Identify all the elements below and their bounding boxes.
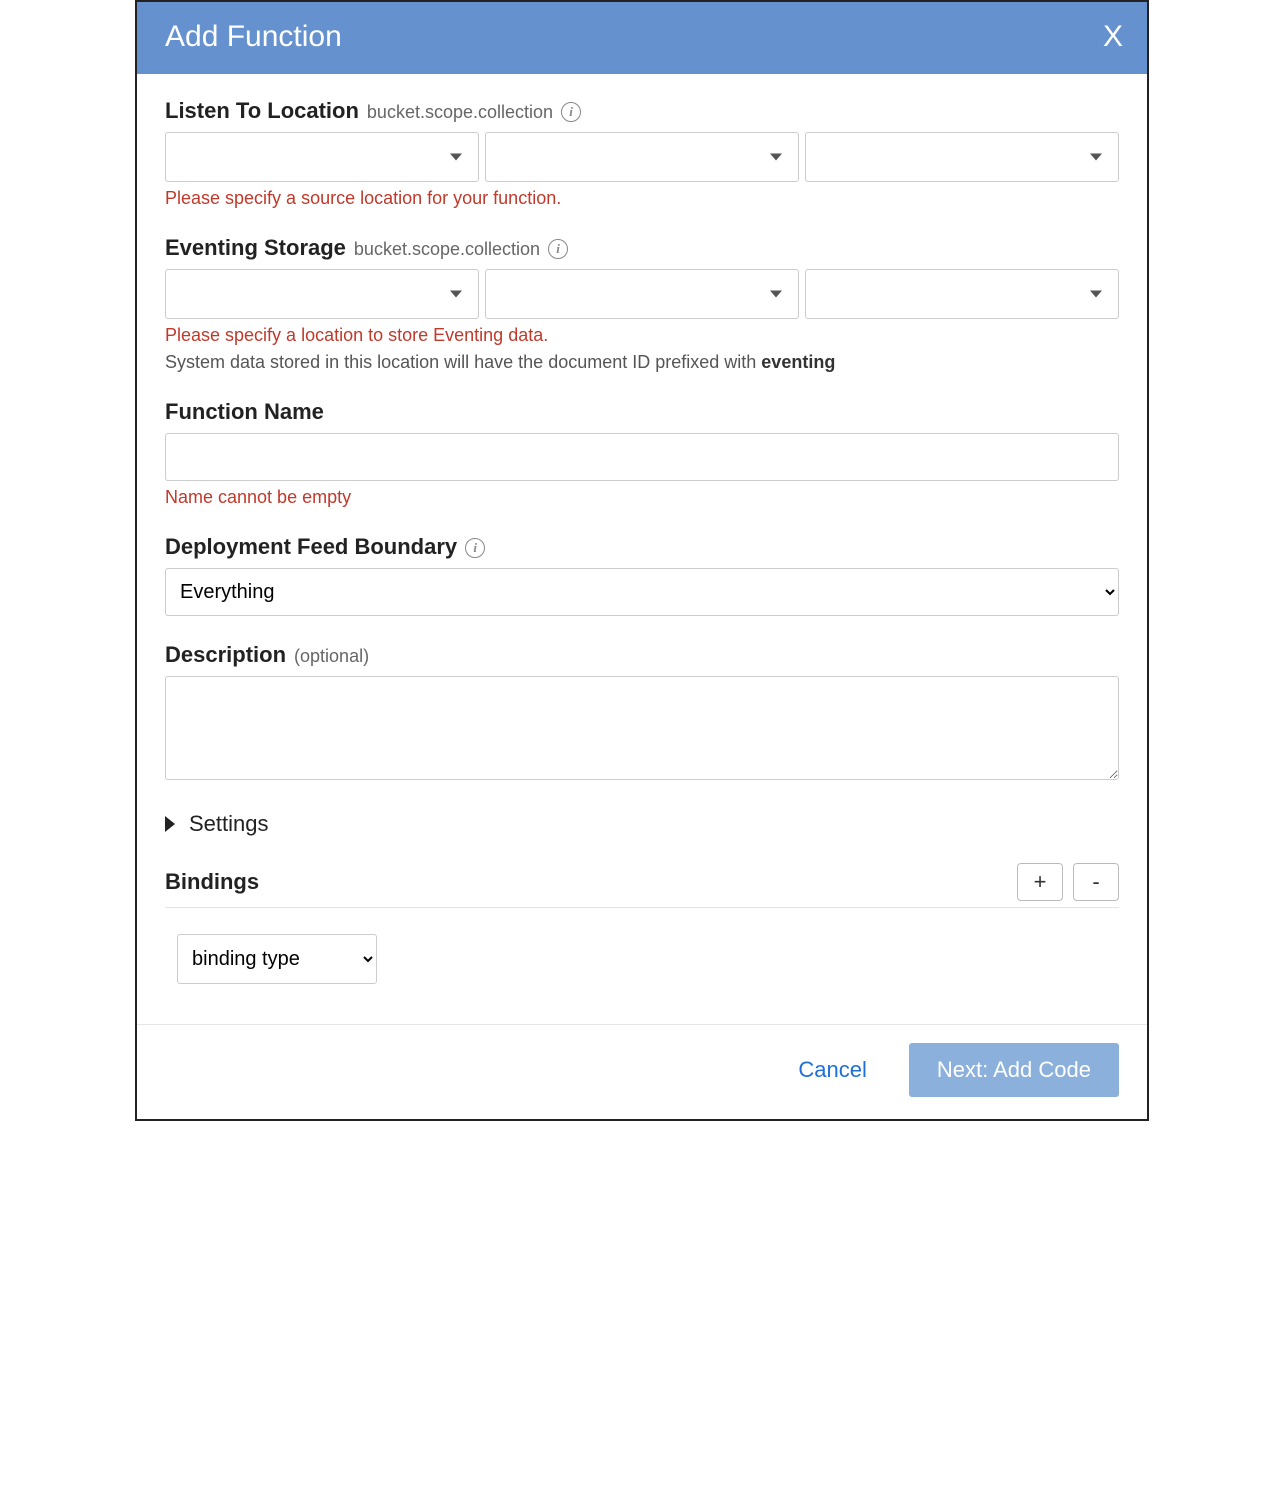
description-label: Description <box>165 642 286 668</box>
modal-footer: Cancel Next: Add Code <box>137 1024 1147 1119</box>
close-icon[interactable]: X <box>1103 22 1123 52</box>
add-function-modal: Add Function X Listen To Location bucket… <box>135 0 1149 1121</box>
listen-location-label-row: Listen To Location bucket.scope.collecti… <box>165 98 1119 124</box>
feed-boundary-section: Deployment Feed Boundary i Everything <box>165 534 1119 616</box>
eventing-storage-selects <box>165 269 1119 319</box>
storage-collection-select[interactable] <box>805 269 1119 319</box>
chevron-down-icon <box>1090 154 1102 161</box>
remove-binding-button[interactable]: - <box>1073 863 1119 901</box>
settings-toggle[interactable]: Settings <box>165 811 1119 837</box>
info-icon[interactable]: i <box>548 239 568 259</box>
bindings-buttons: + - <box>1017 863 1119 901</box>
modal-header: Add Function X <box>137 2 1147 74</box>
feed-boundary-label-row: Deployment Feed Boundary i <box>165 534 1119 560</box>
description-textarea[interactable] <box>165 676 1119 780</box>
bindings-header: Bindings + - <box>165 863 1119 908</box>
listen-location-label: Listen To Location <box>165 98 359 124</box>
chevron-down-icon <box>450 154 462 161</box>
add-binding-button[interactable]: + <box>1017 863 1063 901</box>
listen-location-error: Please specify a source location for you… <box>165 188 1119 209</box>
description-label-row: Description (optional) <box>165 642 1119 668</box>
chevron-down-icon <box>1090 291 1102 298</box>
description-section: Description (optional) <box>165 642 1119 785</box>
function-name-input[interactable] <box>165 433 1119 481</box>
description-optional: (optional) <box>294 646 369 667</box>
eventing-storage-help-prefix: System data stored in this location will… <box>165 352 761 372</box>
settings-label: Settings <box>189 811 269 837</box>
binding-type-select[interactable]: binding type <box>177 934 377 984</box>
chevron-down-icon <box>770 154 782 161</box>
listen-location-selects <box>165 132 1119 182</box>
info-icon[interactable]: i <box>465 538 485 558</box>
eventing-storage-help-bold: eventing <box>761 352 835 372</box>
eventing-storage-help: System data stored in this location will… <box>165 352 1119 373</box>
next-add-code-button[interactable]: Next: Add Code <box>909 1043 1119 1097</box>
feed-boundary-label: Deployment Feed Boundary <box>165 534 457 560</box>
listen-location-sublabel: bucket.scope.collection <box>367 102 553 123</box>
eventing-storage-error: Please specify a location to store Event… <box>165 325 1119 346</box>
listen-location-section: Listen To Location bucket.scope.collecti… <box>165 98 1119 209</box>
modal-title: Add Function <box>165 20 342 54</box>
eventing-storage-sublabel: bucket.scope.collection <box>354 239 540 260</box>
feed-boundary-select[interactable]: Everything <box>165 568 1119 616</box>
listen-collection-select[interactable] <box>805 132 1119 182</box>
chevron-down-icon <box>770 291 782 298</box>
info-icon[interactable]: i <box>561 102 581 122</box>
caret-right-icon <box>165 816 175 832</box>
bindings-label: Bindings <box>165 869 259 895</box>
eventing-storage-section: Eventing Storage bucket.scope.collection… <box>165 235 1119 373</box>
function-name-error: Name cannot be empty <box>165 487 1119 508</box>
eventing-storage-label: Eventing Storage <box>165 235 346 261</box>
listen-scope-select[interactable] <box>485 132 799 182</box>
listen-bucket-select[interactable] <box>165 132 479 182</box>
storage-scope-select[interactable] <box>485 269 799 319</box>
eventing-storage-label-row: Eventing Storage bucket.scope.collection… <box>165 235 1119 261</box>
function-name-label-row: Function Name <box>165 399 1119 425</box>
chevron-down-icon <box>450 291 462 298</box>
modal-body: Listen To Location bucket.scope.collecti… <box>137 74 1147 1024</box>
function-name-section: Function Name Name cannot be empty <box>165 399 1119 508</box>
storage-bucket-select[interactable] <box>165 269 479 319</box>
function-name-label: Function Name <box>165 399 324 425</box>
cancel-button[interactable]: Cancel <box>792 1056 872 1084</box>
